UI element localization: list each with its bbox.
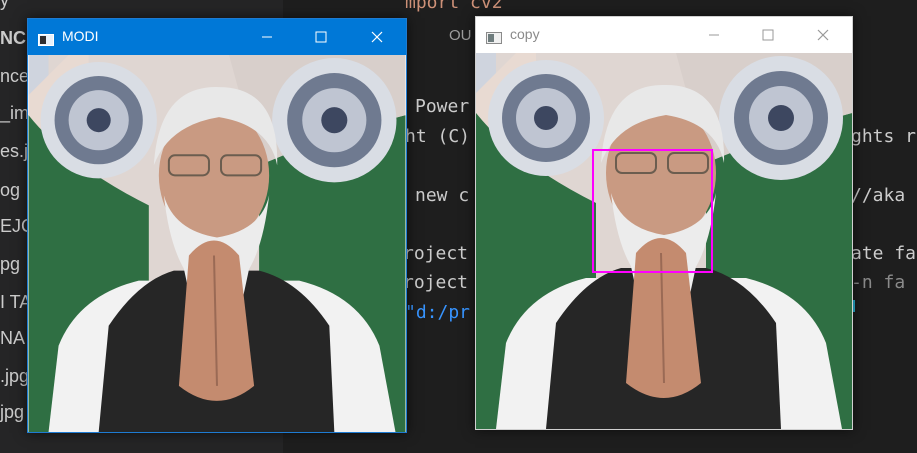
code-line: mport cv2: [405, 0, 503, 13]
terminal-line: new c: [415, 185, 470, 206]
close-icon: [371, 31, 383, 43]
close-icon: [817, 29, 829, 41]
sidebar-item[interactable]: _im: [0, 103, 29, 124]
close-button[interactable]: [354, 19, 400, 55]
sidebar-item[interactable]: nce: [0, 66, 29, 87]
face-detection-box: [592, 149, 713, 273]
sidebar-item[interactable]: og: [0, 180, 20, 201]
minimize-button[interactable]: [244, 19, 290, 55]
maximize-button[interactable]: [298, 19, 344, 55]
close-button[interactable]: [800, 17, 846, 53]
title-bar[interactable]: MODI: [28, 19, 406, 55]
maximize-icon: [315, 31, 327, 43]
terminal-line: -n fa: [851, 272, 906, 293]
sidebar-item[interactable]: pg: [0, 254, 20, 275]
terminal-line: Power: [415, 96, 470, 117]
app-icon: [38, 31, 54, 46]
app-icon: [486, 29, 502, 44]
maximize-button[interactable]: [745, 17, 791, 53]
sidebar-item[interactable]: y: [0, 0, 9, 11]
minimize-icon: [262, 36, 272, 38]
modi-window[interactable]: MODI: [27, 18, 407, 433]
window-title: MODI: [62, 28, 99, 44]
minimize-icon: [709, 34, 719, 36]
sidebar-item[interactable]: es.j: [0, 141, 28, 162]
title-bar[interactable]: copy: [476, 17, 852, 53]
portrait-image: [476, 53, 852, 429]
maximize-icon: [762, 29, 774, 41]
window-title: copy: [510, 26, 540, 42]
portrait-image: [28, 55, 406, 432]
terminal-line: //aka: [851, 185, 906, 206]
sidebar-item[interactable]: jpg: [0, 402, 24, 423]
terminal-line: roject: [403, 272, 469, 293]
minimize-button[interactable]: [691, 17, 737, 53]
sidebar-item[interactable]: .jpg: [0, 366, 29, 387]
tab-output[interactable]: OU: [449, 27, 472, 44]
terminal-line: "d:/pr: [405, 302, 471, 323]
terminal-line: ghts r: [851, 126, 917, 147]
terminal-line: ht (C): [405, 126, 471, 147]
sidebar-item[interactable]: NA: [0, 328, 25, 349]
terminal-line: roject: [403, 243, 469, 264]
copy-window[interactable]: copy: [475, 16, 853, 430]
terminal-line: ate fa: [851, 243, 917, 264]
